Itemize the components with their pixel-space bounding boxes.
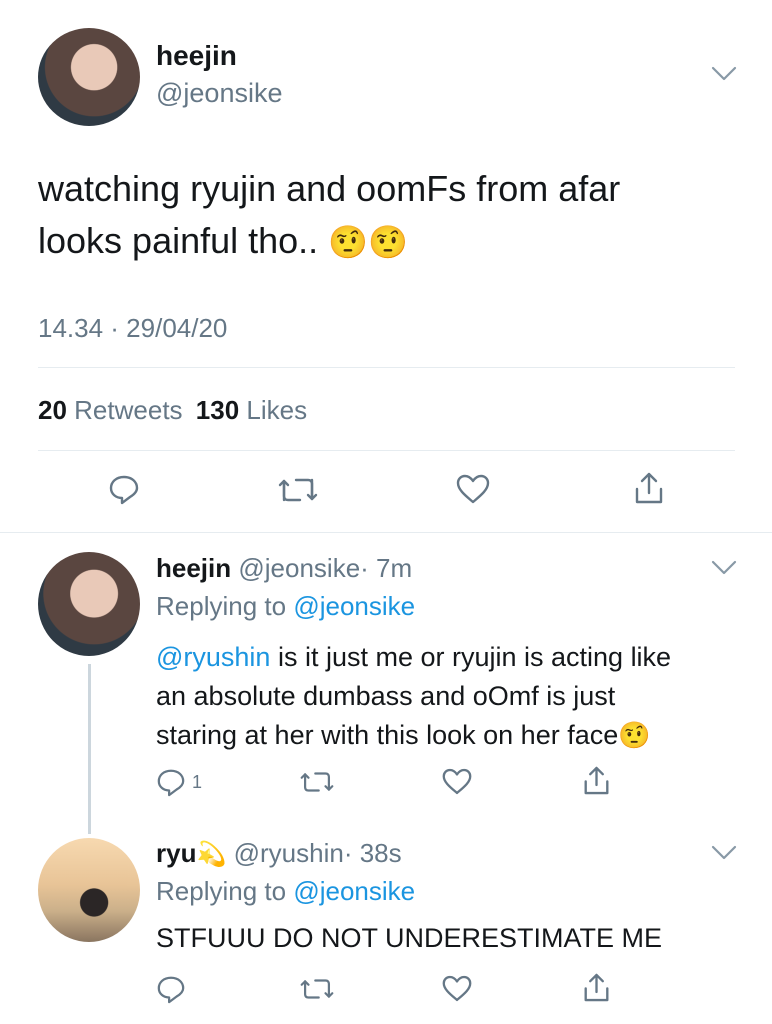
reply-text: @ryushin is it just me or ryujin is acti… [156,638,756,755]
emoji: 🤨 [618,720,651,750]
replying-to-label: Replying to [156,591,287,621]
share-icon[interactable] [583,765,610,796]
emoji: 🤨🤨 [328,224,408,260]
likes-count[interactable]: 130 [196,395,239,425]
reply-icon[interactable] [156,767,186,797]
likes-label[interactable]: Likes [246,395,307,425]
heart-icon[interactable] [456,474,490,504]
divider [38,450,735,451]
retweets-count[interactable]: 20 [38,395,67,425]
chevron-down-icon[interactable] [711,560,737,576]
reply-icon[interactable] [108,473,140,505]
timestamp[interactable]: 14.34 · 29/04/20 [38,313,227,344]
avatar[interactable] [38,838,140,942]
handle[interactable]: @ryushin [234,838,344,868]
tweet-text-span: looks painful tho.. [38,220,319,261]
reply-text-span: staring at her with this look on her fac… [156,720,619,750]
engagement-stats: 20 Retweets 130 Likes [38,395,307,426]
time[interactable]: · 7m [360,553,412,583]
handle[interactable]: @jeonsike [156,78,282,109]
heart-icon[interactable] [442,768,472,795]
display-name[interactable]: ryu [156,838,196,868]
tweet-text: watching ryujin and oomFs from afar look… [38,163,758,268]
replying-to: Replying to @jeonsike [156,876,415,907]
retweet-icon[interactable] [278,476,318,504]
mention[interactable]: @ryushin [156,642,270,672]
handle[interactable]: @jeonsike [238,553,360,583]
reply-header: ryu💫 @ryushin· 38s [156,838,402,869]
heart-icon[interactable] [442,975,472,1002]
avatar[interactable] [38,552,140,656]
share-icon[interactable] [634,471,664,505]
reply-text-line: an absolute dumbass and oOmf is just [156,681,616,711]
name-emoji: 💫 [196,841,227,868]
reply-text-line: staring at her with this look on her fac… [156,716,756,755]
reply-icon[interactable] [156,974,186,1004]
retweets-label[interactable]: Retweets [74,395,182,425]
replying-to-handle[interactable]: @jeonsike [293,876,415,906]
share-icon[interactable] [583,972,610,1003]
retweet-icon[interactable] [300,977,334,1001]
reply-text-line: @ryushin is it just me or ryujin is acti… [156,638,756,677]
tweet-text-line: looks painful tho.. 🤨🤨 [38,215,758,268]
chevron-down-icon[interactable] [711,66,737,82]
reply-header: heejin @jeonsike· 7m [156,553,412,584]
retweet-icon[interactable] [300,770,334,794]
reply-text-span: is it just me or ryujin is acting like [270,642,672,672]
replying-to-label: Replying to [156,876,287,906]
replying-to-handle[interactable]: @jeonsike [293,591,415,621]
display-name[interactable]: heejin [156,553,231,583]
thread-line [88,664,91,834]
replying-to: Replying to @jeonsike [156,591,415,622]
avatar[interactable] [38,28,140,126]
time[interactable]: · 38s [344,838,402,868]
divider [0,532,772,533]
tweet-text-line: watching ryujin and oomFs from afar [38,168,621,209]
reply-text: STFUUU DO NOT UNDERESTIMATE ME [156,923,663,953]
reply-count: 1 [192,772,203,792]
display-name[interactable]: heejin [156,40,237,72]
divider [38,367,735,368]
chevron-down-icon[interactable] [711,845,737,861]
